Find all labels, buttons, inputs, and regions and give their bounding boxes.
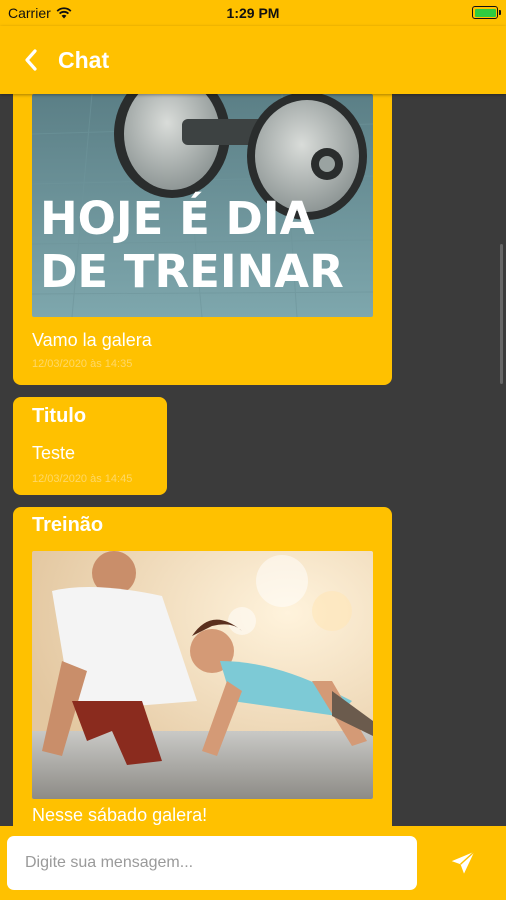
chevron-left-icon [25, 49, 37, 71]
back-button[interactable] [24, 46, 44, 74]
message-title: Titulo [32, 405, 87, 427]
message-title: Treinão [32, 514, 104, 536]
message-bubble[interactable]: HOJE É DIA DE TREINAR Vamo la galera 12/… [13, 94, 392, 385]
send-icon [451, 851, 475, 874]
message-date: 12/03/2020 às 14:35 [32, 358, 133, 370]
message-text: Teste [32, 443, 76, 463]
message-text: Nesse sábado galera! [32, 805, 208, 825]
send-button[interactable] [448, 848, 478, 878]
status-bar: Carrier 1:29 PM [0, 0, 506, 26]
dumbbell-photo: HOJE É DIA DE TREINAR [32, 94, 373, 317]
image-caption-line-2: DE TREINAR [40, 245, 344, 298]
message-composer [0, 826, 506, 900]
clock: 1:29 PM [226, 5, 280, 21]
message-text: Vamo la galera [32, 330, 152, 350]
message-image[interactable]: HOJE É DIA DE TREINAR [32, 94, 373, 317]
message-date: 12/03/2020 às 14:45 [32, 473, 133, 485]
image-caption-line-1: HOJE É DIA [40, 192, 315, 245]
message-bubble[interactable]: Titulo Teste 12/03/2020 às 14:45 [13, 397, 167, 495]
message-image[interactable] [32, 551, 373, 799]
app-header: Chat [0, 26, 506, 94]
scrollbar[interactable] [500, 244, 503, 384]
message-list[interactable]: HOJE É DIA DE TREINAR Vamo la galera 12/… [0, 94, 506, 826]
battery-icon [472, 6, 501, 19]
message-bubble[interactable]: Treinão Nesse sábado galera! [13, 507, 392, 826]
workout-photo [32, 551, 373, 799]
page-title: Chat [58, 46, 110, 73]
message-input[interactable] [7, 836, 417, 890]
